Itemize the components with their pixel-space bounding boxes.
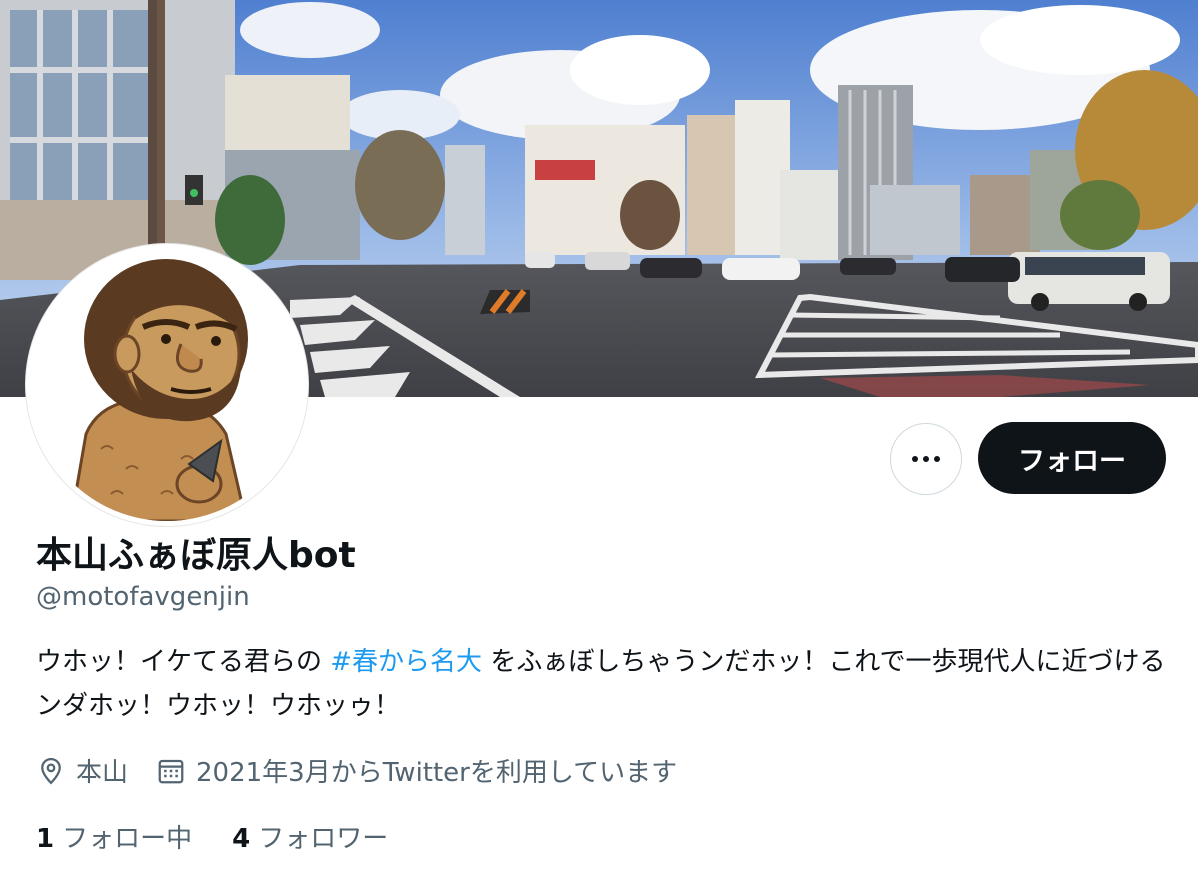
display-name: 本山ふぁぼ原人bot (36, 535, 356, 576)
following-label: フォロー中 (62, 824, 193, 854)
profile-meta: 本山 2021年3月からTwitterを利用しています (36, 752, 705, 789)
following-count-link[interactable]: 1 フォロー中 (36, 818, 192, 855)
user-handle: @motofavgenjin (36, 582, 250, 612)
followers-count: 4 (232, 824, 251, 854)
joined-text: 2021年3月からTwitterを利用しています (196, 758, 678, 788)
follow-button[interactable]: フォロー (978, 422, 1166, 494)
followers-count-link[interactable]: 4 フォロワー (232, 818, 388, 855)
more-horizontal-icon (912, 456, 940, 462)
profile-bio: ウホッ！イケてる君らの #春から名大 をふぁぼしちゃうンだホッ！これで一歩現代人… (36, 640, 1166, 728)
profile-avatar[interactable] (26, 244, 308, 526)
calendar-icon (158, 759, 184, 783)
bio-hashtag-link[interactable]: #春から名大 (330, 647, 482, 677)
location-text: 本山 (76, 758, 129, 788)
profile-joined-date: 2021年3月からTwitterを利用しています (156, 752, 677, 789)
followers-label: フォロワー (258, 824, 389, 854)
follow-counts: 1 フォロー中 4 フォロワー (36, 818, 428, 855)
profile-location: 本山 (36, 752, 128, 789)
location-pin-icon (41, 757, 61, 784)
more-options-button[interactable] (890, 423, 962, 495)
following-count: 1 (36, 824, 55, 854)
bio-text: ウホッ！イケてる君らの (36, 647, 331, 677)
